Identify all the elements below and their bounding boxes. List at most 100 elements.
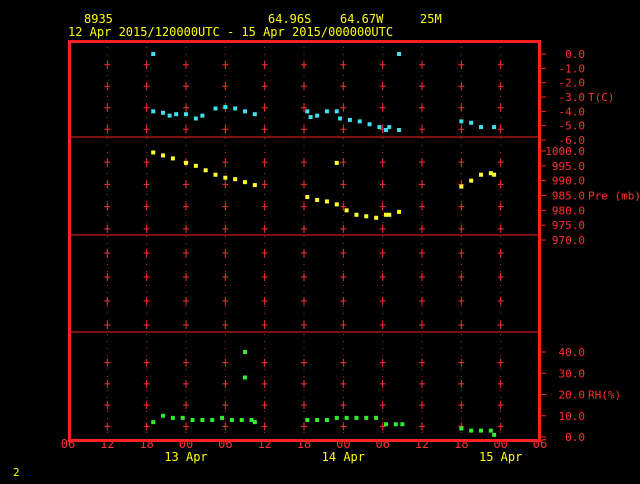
- data-point: [315, 113, 320, 118]
- y-tick-label: 990.0: [552, 175, 585, 188]
- station-lon: 64.67W: [340, 12, 384, 26]
- data-point: [334, 202, 339, 207]
- data-point: [203, 168, 208, 173]
- data-point: [213, 106, 218, 111]
- y-tick-label: -1.0: [559, 62, 586, 75]
- data-point: [334, 415, 339, 420]
- y-tick-label: 0.0: [565, 431, 585, 444]
- time-range: 12 Apr 2015/120000UTC - 15 Apr 2015/0000…: [68, 25, 393, 39]
- data-point: [459, 119, 464, 124]
- data-point: [229, 418, 234, 422]
- data-point: [151, 150, 156, 155]
- y-tick-label: 980.0: [552, 204, 585, 217]
- y-tick-label: -4.0: [559, 105, 586, 118]
- data-point: [374, 415, 379, 420]
- data-point: [387, 212, 392, 217]
- data-point: [354, 415, 359, 420]
- y-tick-label: 0.0: [565, 48, 585, 61]
- data-point: [220, 415, 225, 420]
- data-point: [252, 112, 257, 117]
- y-tick-label: -5.0: [559, 120, 586, 133]
- meteogram-plot: 8935 64.96S 64.67W 25M 12 Apr 2015/12000…: [0, 0, 640, 480]
- data-point: [161, 153, 166, 158]
- data-point: [347, 117, 352, 122]
- data-point: [459, 184, 464, 189]
- data-point: [233, 177, 238, 182]
- data-point: [324, 109, 329, 114]
- data-point: [174, 112, 179, 117]
- data-point: [243, 109, 247, 114]
- station-lat: 64.96S: [268, 12, 311, 26]
- data-point: [200, 113, 205, 118]
- data-point: [151, 52, 156, 56]
- data-point: [161, 413, 166, 418]
- data-point: [367, 122, 372, 127]
- date-label: 15 Apr: [479, 450, 522, 464]
- panel-label: RH(%): [588, 389, 621, 402]
- y-tick-label: 975.0: [552, 219, 585, 232]
- data-point: [374, 215, 379, 220]
- data-point: [170, 415, 175, 420]
- y-tick-label: 1000.0: [545, 145, 585, 158]
- y-tick-label: 20.0: [559, 389, 586, 402]
- data-point: [184, 112, 188, 117]
- data-point: [383, 422, 388, 427]
- data-point: [213, 172, 218, 177]
- data-point: [377, 125, 382, 130]
- data-point: [393, 422, 398, 427]
- data-point: [479, 125, 483, 130]
- data-point: [387, 125, 392, 130]
- data-point: [469, 178, 474, 183]
- data-point: [190, 418, 195, 422]
- data-point: [469, 428, 474, 433]
- y-tick-label: 970.0: [552, 234, 585, 247]
- y-tick-label: 995.0: [552, 160, 585, 173]
- station-id: 8935: [84, 12, 113, 26]
- y-tick-label: 985.0: [552, 190, 585, 203]
- data-point: [151, 420, 156, 425]
- data-point: [239, 418, 244, 422]
- data-point: [364, 415, 369, 420]
- data-point: [308, 115, 313, 120]
- data-point: [459, 426, 464, 431]
- data-point: [357, 119, 362, 124]
- meteogram-svg: 8935 64.96S 64.67W 25M 12 Apr 2015/12000…: [0, 0, 640, 480]
- data-point: [193, 116, 198, 121]
- data-point: [305, 418, 310, 422]
- data-point: [243, 375, 247, 380]
- data-point: [344, 208, 349, 213]
- data-point: [210, 418, 215, 422]
- data-point: [305, 194, 310, 199]
- data-point: [479, 172, 483, 177]
- panel-label: Pre (mb): [588, 190, 640, 203]
- data-point: [397, 209, 402, 214]
- data-point: [252, 183, 257, 188]
- data-point: [397, 52, 402, 56]
- data-point: [469, 120, 474, 125]
- y-tick-label: -2.0: [559, 77, 586, 90]
- data-point: [364, 214, 369, 219]
- data-point: [184, 160, 188, 165]
- data-point: [324, 199, 329, 204]
- data-point: [492, 172, 497, 177]
- data-point: [315, 197, 320, 202]
- data-point: [492, 125, 497, 130]
- data-point: [338, 116, 343, 121]
- data-point: [488, 428, 493, 433]
- data-point: [193, 163, 198, 168]
- data-point: [151, 109, 156, 114]
- data-point: [305, 109, 310, 114]
- date-label: 14 Apr: [322, 450, 365, 464]
- date-label: 13 Apr: [164, 450, 207, 464]
- data-point: [167, 113, 172, 118]
- y-tick-label: 30.0: [559, 367, 586, 380]
- data-point: [180, 415, 185, 420]
- data-point: [243, 180, 247, 185]
- y-tick-label: -3.0: [559, 91, 586, 104]
- data-point: [334, 160, 339, 165]
- data-point: [354, 212, 359, 217]
- data-point: [223, 175, 228, 180]
- y-tick-label: 40.0: [559, 346, 586, 359]
- data-point: [344, 415, 349, 420]
- data-point: [315, 418, 320, 422]
